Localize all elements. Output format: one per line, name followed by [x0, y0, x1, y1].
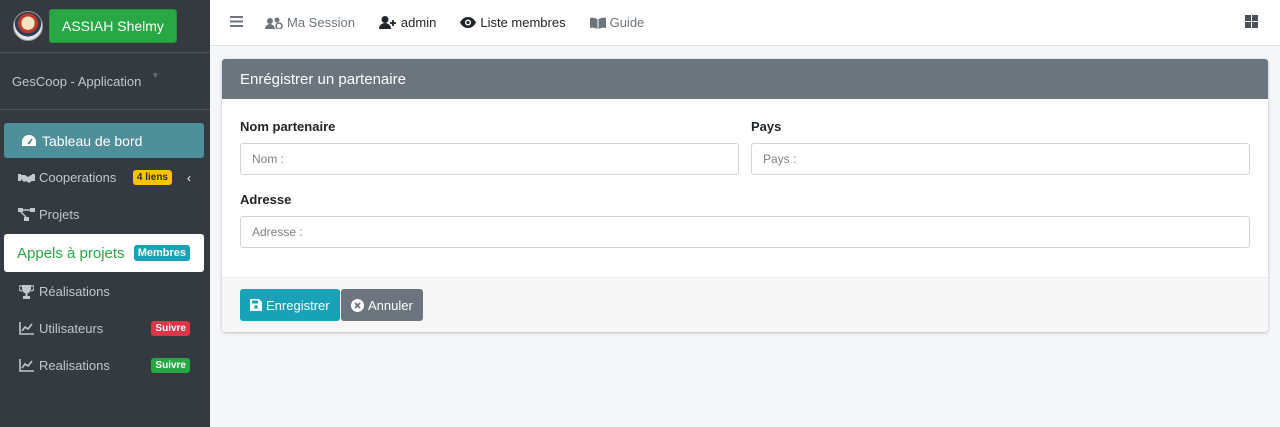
sidebar-item-label: Réalisations [39, 284, 110, 299]
nav-guide-label: Guide [609, 15, 645, 30]
sidebar-item-dashboard[interactable]: Tableau de bord [4, 123, 204, 158]
sidebar-brand: ASSIAH Shelmy [0, 0, 210, 53]
chart-line-icon [17, 359, 35, 372]
chevron-left-icon: ‹ [187, 170, 191, 185]
menu-icon[interactable] [230, 14, 243, 32]
eye-icon [460, 17, 477, 28]
country-label: Pays [751, 119, 782, 134]
sidebar-item-label: Appels à projets [17, 244, 125, 262]
save-button[interactable]: Enregistrer [240, 289, 340, 321]
nav-member-list[interactable]: Liste membres [460, 15, 566, 30]
partner-form-card: Enrégistrer un partenaire Nom partenaire… [222, 59, 1268, 332]
nav-my-session-label: Ma Session [287, 15, 355, 30]
trophy-icon [17, 284, 35, 299]
cancel-button[interactable]: Annuler [341, 289, 423, 321]
badge-follow: Suivre [151, 358, 190, 373]
card-header: Enrégistrer un partenaire [222, 59, 1268, 99]
badge-members: Membres [133, 245, 190, 261]
nav-guide[interactable]: Guide [589, 15, 645, 30]
handshake-icon [17, 172, 35, 184]
th-large-icon[interactable] [1245, 15, 1258, 33]
project-diagram-icon [17, 208, 35, 221]
card-title: Enrégistrer un partenaire [240, 70, 406, 88]
sidebar-item-label: Utilisateurs [39, 321, 104, 336]
users-cog-icon [265, 17, 283, 29]
user-button[interactable]: ASSIAH Shelmy [49, 9, 177, 43]
tachometer-icon [20, 134, 38, 148]
sidebar-item-users[interactable]: Utilisateurs Suivre [4, 311, 204, 346]
sidebar: ASSIAH Shelmy GesCoop - Application ▼ Ta… [0, 0, 210, 427]
nav-admin[interactable]: admin [378, 15, 437, 30]
card-body: Nom partenaire Pays Adresse [222, 99, 1268, 277]
chart-line-icon [17, 322, 35, 335]
sidebar-item-label: Realisations [39, 358, 110, 373]
address-input[interactable] [240, 216, 1250, 248]
logo [13, 11, 43, 41]
top-navbar: Ma Session admin Liste membres Guide [210, 0, 1280, 46]
sidebar-item-label: Cooperations [39, 170, 117, 185]
save-button-label: Enregistrer [266, 297, 330, 313]
cancel-button-label: Annuler [368, 297, 413, 313]
card-footer: Enregistrer Annuler [222, 277, 1268, 332]
user-plus-icon [378, 16, 396, 29]
sidebar-nav: Tableau de bord Cooperations 4 liens ‹ P… [0, 110, 210, 383]
nav-member-list-label: Liste membres [480, 15, 566, 30]
save-icon [250, 299, 262, 311]
sidebar-item-cooperations[interactable]: Cooperations 4 liens ‹ [4, 160, 204, 195]
sidebar-item-realisations[interactable]: Realisations Suivre [4, 348, 204, 383]
sidebar-item-achievements[interactable]: Réalisations [4, 274, 204, 309]
country-input[interactable] [751, 143, 1250, 175]
sidebar-item-label: Projets [39, 207, 80, 222]
nav-my-session[interactable]: Ma Session [265, 15, 355, 30]
times-circle-icon [351, 298, 364, 312]
badge-links: 4 liens [132, 170, 172, 185]
book-open-icon [589, 17, 606, 29]
app-name-label: GesCoop - Application [12, 73, 142, 89]
nav-admin-label: admin [400, 15, 437, 30]
sidebar-item-projects[interactable]: Projets [4, 197, 204, 232]
caret-down-icon: ▼ [151, 70, 160, 80]
sidebar-item-label: Tableau de bord [42, 132, 143, 149]
sidebar-item-calls[interactable]: Appels à projets Membres [4, 234, 204, 272]
badge-follow: Suivre [151, 321, 190, 336]
app-name[interactable]: GesCoop - Application ▼ [0, 53, 210, 110]
partner-name-input[interactable] [240, 143, 739, 175]
address-label: Adresse [240, 192, 292, 207]
partner-name-label: Nom partenaire [240, 119, 336, 134]
